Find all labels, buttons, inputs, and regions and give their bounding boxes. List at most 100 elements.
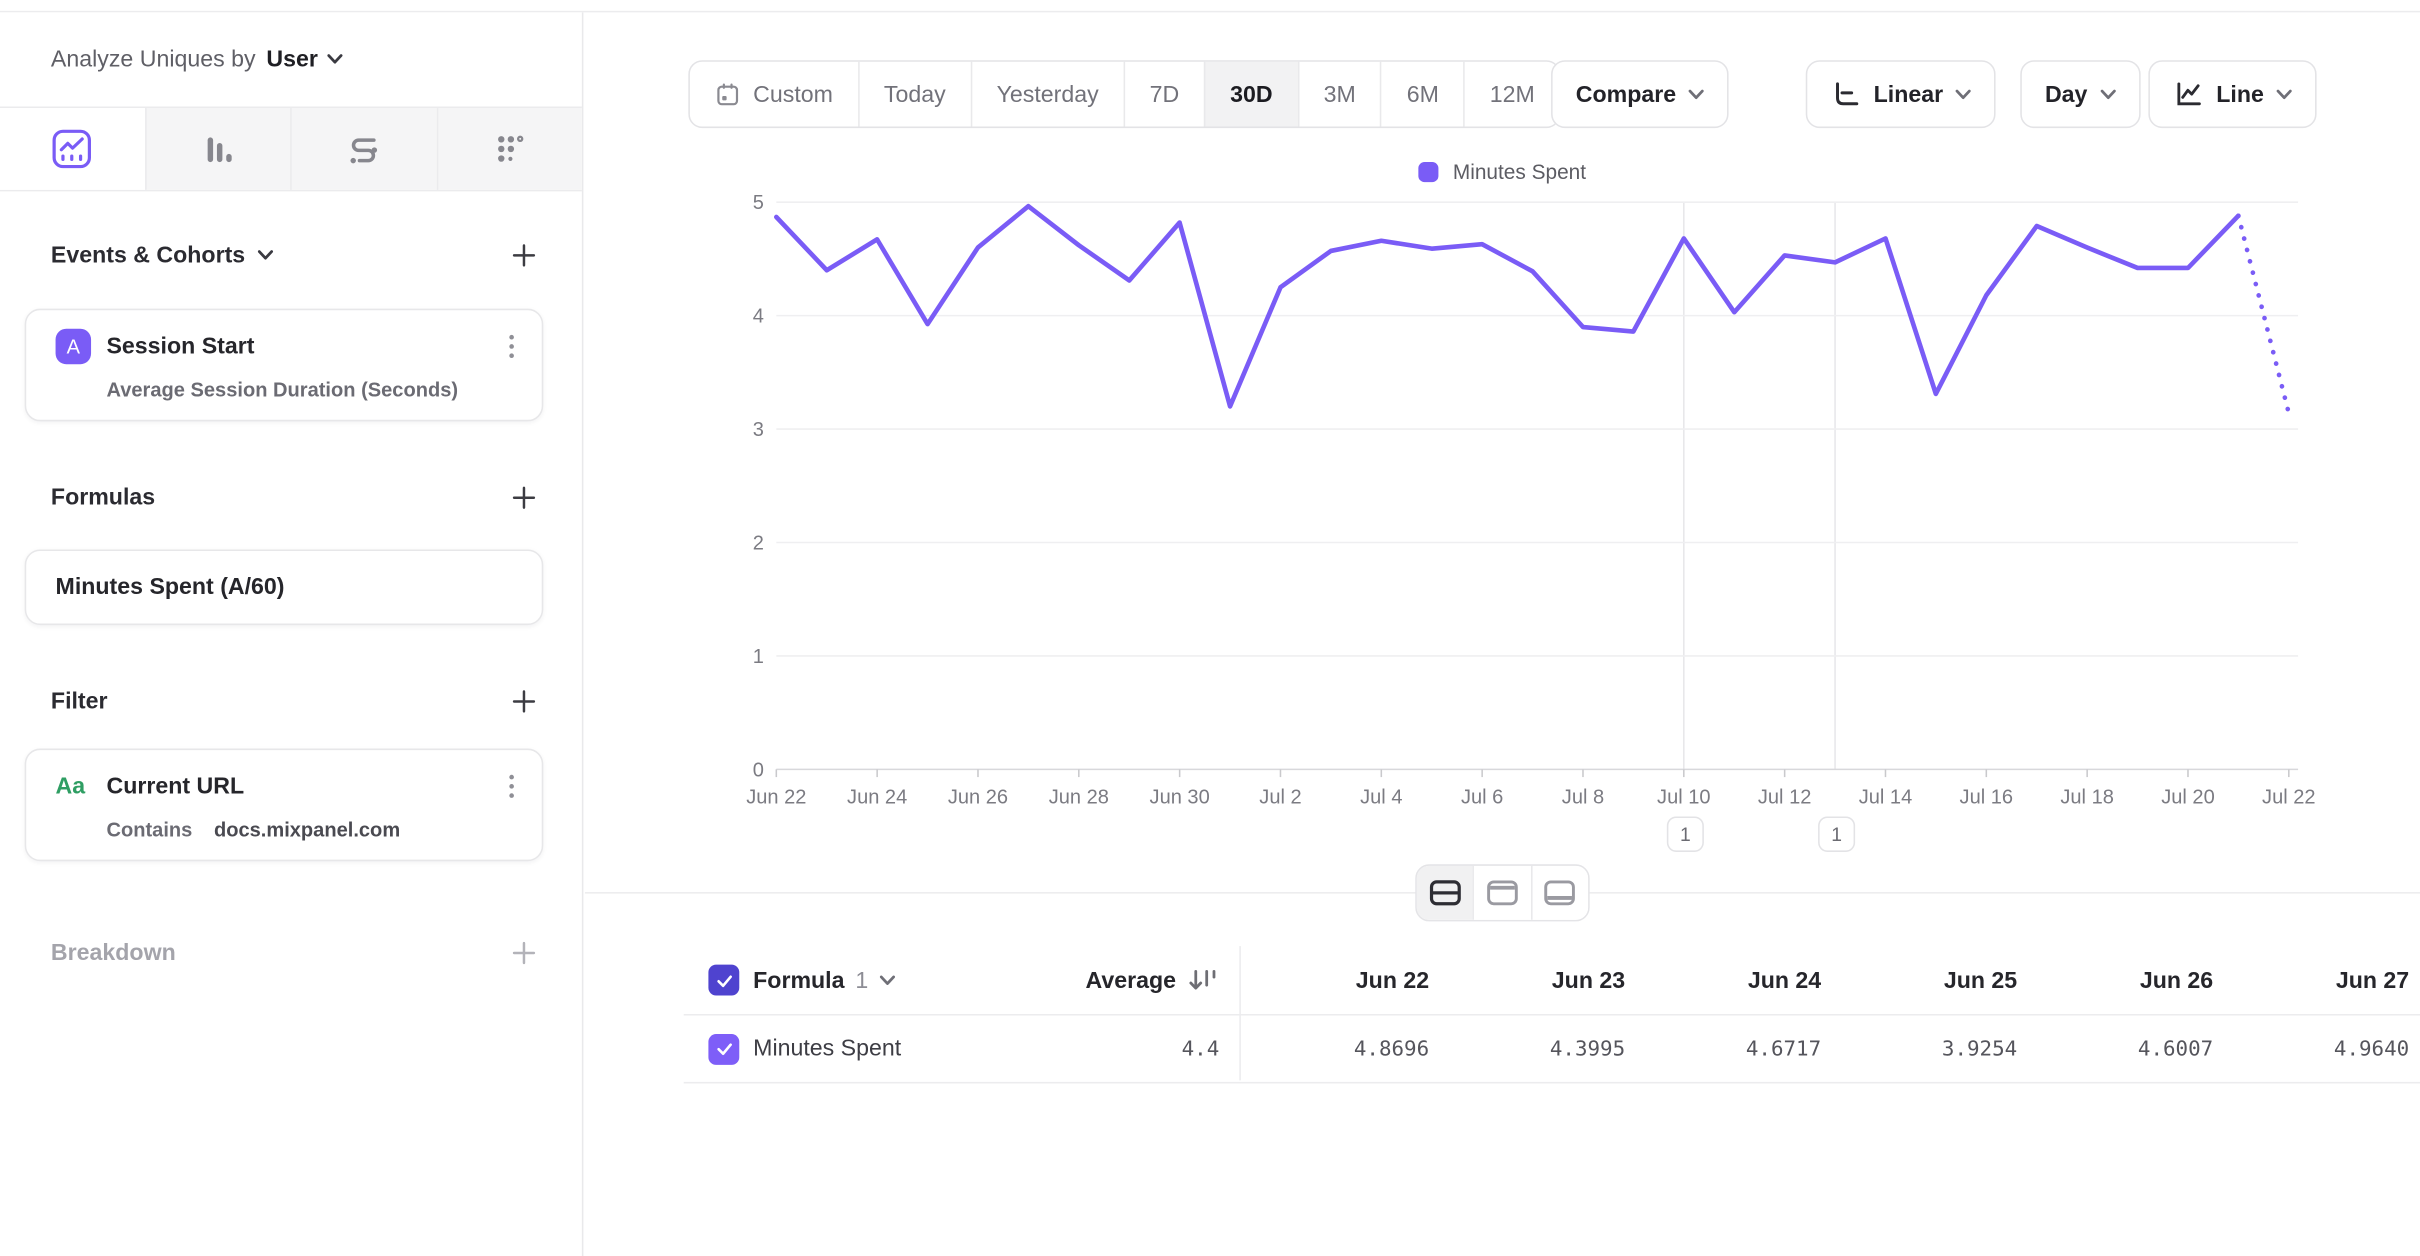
chart-line-incomplete bbox=[2238, 216, 2288, 413]
analyze-uniques-row: Analyze Uniques by User bbox=[0, 12, 582, 106]
insights-report: Analyze Uniques by User bbox=[0, 0, 2420, 1256]
add-formula-button[interactable] bbox=[506, 480, 540, 514]
y-axis-tick-label: 0 bbox=[753, 759, 764, 781]
table-date-headers: Jun 22Jun 23Jun 24Jun 25Jun 26Jun 27 bbox=[1245, 946, 2420, 1014]
y-axis-tick-label: 3 bbox=[753, 419, 764, 441]
table-only-view-icon bbox=[1544, 880, 1576, 906]
filter-property-name: Current URL bbox=[106, 773, 244, 799]
table-date-values: 4.86964.39954.67173.92544.60074.9640 bbox=[1245, 1016, 2420, 1082]
breakdown-heading: Breakdown bbox=[51, 939, 176, 965]
formula-header-label: Formula bbox=[753, 967, 844, 993]
chevron-down-icon bbox=[327, 54, 342, 65]
chart-only-view-button[interactable] bbox=[1473, 866, 1531, 920]
annotation-marker[interactable]: 1 bbox=[1818, 816, 1855, 851]
filter-card-current-url[interactable]: Aa Current URL Contains docs.mixpanel.co… bbox=[25, 749, 544, 862]
row-series-name: Minutes Spent bbox=[753, 1036, 901, 1062]
x-axis-tick-label: Jun 28 bbox=[1049, 786, 1109, 808]
event-measure[interactable]: Average Session Duration (Seconds) bbox=[106, 378, 458, 401]
x-axis-tick-label: Jul 16 bbox=[1960, 786, 2014, 808]
sort-descending-button[interactable] bbox=[1187, 967, 1219, 993]
results-table: Formula 1 Average Jun 22Ju bbox=[684, 946, 2420, 1083]
table-row-minutes-spent: Minutes Spent 4.4 4.86964.39954.67173.92… bbox=[684, 1016, 2420, 1084]
split-view-button[interactable] bbox=[1417, 866, 1473, 920]
date-column-value: 3.9254 bbox=[1834, 1036, 2030, 1061]
date-column-header: Jun 25 bbox=[1834, 967, 2030, 993]
row-average-value: 4.4 bbox=[1182, 1036, 1220, 1061]
table-only-view-button[interactable] bbox=[1530, 866, 1588, 920]
line-chart-canvas: 0 1 2 3 4 5 Jun 22 Jun 24 Jun 26 Jun 28 Jun 30 Jul … bbox=[585, 12, 2420, 938]
chart-line bbox=[776, 206, 2238, 406]
x-axis-tick-label: Jul 2 bbox=[1259, 786, 1301, 808]
date-column-header: Jun 23 bbox=[1442, 967, 1638, 993]
analyze-label: Analyze Uniques by bbox=[51, 46, 256, 72]
chevron-down-icon[interactable] bbox=[258, 249, 273, 260]
x-axis-tick-label: Jun 24 bbox=[847, 786, 907, 808]
event-card-session-start[interactable]: A Session Start Average Session Duration… bbox=[25, 309, 544, 422]
check-icon bbox=[714, 970, 734, 990]
split-view-icon bbox=[1429, 880, 1461, 906]
y-axis-tick-label: 4 bbox=[753, 306, 764, 328]
x-axis-tick-label: Jul 18 bbox=[2060, 786, 2114, 808]
x-axis-tick-label: Jun 22 bbox=[746, 786, 806, 808]
x-axis-tick-label: Jul 10 bbox=[1657, 786, 1710, 808]
x-axis-tick-label: Jul 6 bbox=[1461, 786, 1503, 808]
annotation-marker[interactable]: 1 bbox=[1667, 816, 1704, 851]
chart-type-tabs bbox=[0, 106, 582, 191]
y-axis-tick-label: 5 bbox=[753, 192, 764, 214]
analyze-by-dropdown[interactable]: User bbox=[266, 46, 342, 72]
formula-header-dropdown[interactable]: Formula 1 bbox=[753, 967, 894, 993]
plus-icon bbox=[512, 689, 535, 712]
breakdown-heading-row: Breakdown bbox=[51, 932, 540, 972]
date-column-header: Jun 24 bbox=[1638, 967, 1834, 993]
events-cohorts-title: Events & Cohorts bbox=[51, 242, 245, 268]
average-header-label: Average bbox=[1086, 967, 1177, 993]
table-header-row: Formula 1 Average Jun 22Ju bbox=[684, 946, 2420, 1015]
events-cohorts-heading-row: Events & Cohorts bbox=[51, 235, 540, 275]
x-axis-tick-label: Jul 22 bbox=[2262, 786, 2315, 808]
tab-flow-chart[interactable] bbox=[290, 108, 436, 190]
bar-chart-icon bbox=[197, 128, 239, 170]
formulas-heading: Formulas bbox=[51, 484, 155, 510]
date-column-value: 4.8696 bbox=[1245, 1036, 1441, 1061]
plus-icon bbox=[512, 485, 535, 508]
line-chart-icon bbox=[51, 128, 93, 170]
x-axis-tick-label: Jul 4 bbox=[1360, 786, 1402, 808]
add-filter-button[interactable] bbox=[506, 684, 540, 718]
event-letter-badge: A bbox=[56, 329, 91, 364]
filter-operator[interactable]: Contains bbox=[106, 818, 192, 841]
row-checkbox[interactable] bbox=[708, 1033, 739, 1064]
select-all-checkbox[interactable] bbox=[708, 965, 739, 996]
filter-options-kebab-menu[interactable] bbox=[503, 772, 520, 801]
view-layout-toggle bbox=[1415, 864, 1589, 921]
x-axis-tick-label: Jul 20 bbox=[2161, 786, 2215, 808]
chevron-down-icon bbox=[879, 975, 894, 986]
flow-chart-icon bbox=[343, 128, 385, 170]
formula-name: Minutes Spent (A/60) bbox=[56, 574, 285, 600]
date-column-value: 4.6007 bbox=[2030, 1036, 2226, 1061]
analyze-by-value: User bbox=[266, 46, 317, 72]
x-axis-tick-label: Jul 14 bbox=[1859, 786, 1912, 808]
date-column-value: 4.3995 bbox=[1442, 1036, 1638, 1061]
add-breakdown-button[interactable] bbox=[506, 935, 540, 969]
event-options-kebab-menu[interactable] bbox=[503, 332, 520, 361]
filter-heading: Filter bbox=[51, 688, 108, 714]
plus-icon bbox=[512, 941, 535, 964]
tab-bar-chart[interactable] bbox=[144, 108, 290, 190]
x-axis-tick-label: Jun 26 bbox=[948, 786, 1008, 808]
add-event-button[interactable] bbox=[506, 238, 540, 272]
date-column-header: Jun 26 bbox=[2030, 967, 2226, 993]
formula-header-index: 1 bbox=[855, 967, 868, 993]
y-axis-tick-label: 2 bbox=[753, 532, 764, 554]
tab-metrics-grid[interactable] bbox=[436, 108, 582, 190]
x-axis-tick-label: Jun 30 bbox=[1150, 786, 1210, 808]
x-axis-tick-label: Jul 12 bbox=[1758, 786, 1812, 808]
metrics-grid-icon bbox=[489, 128, 531, 170]
tab-line-chart[interactable] bbox=[0, 108, 144, 190]
sort-descending-icon bbox=[1187, 967, 1219, 993]
date-column-value: 4.6717 bbox=[1638, 1036, 1834, 1061]
filter-value[interactable]: docs.mixpanel.com bbox=[214, 818, 400, 841]
check-icon bbox=[714, 1039, 734, 1059]
formula-card[interactable]: Minutes Spent (A/60) bbox=[25, 549, 544, 625]
chart-only-view-icon bbox=[1486, 880, 1518, 906]
x-axis-tick-label: Jul 8 bbox=[1562, 786, 1604, 808]
